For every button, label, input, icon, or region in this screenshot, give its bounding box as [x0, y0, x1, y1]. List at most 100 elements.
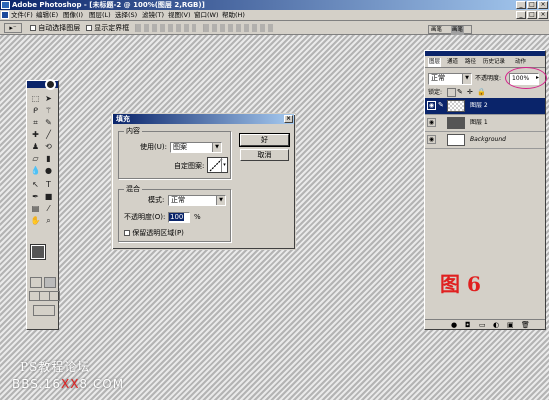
magic-wand-icon[interactable]: ⚚: [43, 105, 54, 116]
use-select[interactable]: 图案 ▼: [170, 142, 222, 153]
blur-tool-icon[interactable]: 💧: [30, 165, 41, 176]
brush-tool-icon[interactable]: ╱: [43, 129, 54, 140]
layer-thumbnail: [447, 134, 465, 146]
photoshop-app-icon: [1, 1, 10, 9]
custom-pattern-picker[interactable]: ▾: [207, 157, 228, 173]
screen-mode-full-icon[interactable]: [49, 291, 60, 301]
foreground-color-swatch[interactable]: [30, 244, 46, 260]
watermark-part-a: BBS.16: [12, 377, 61, 391]
standard-mode-icon[interactable]: [30, 277, 42, 288]
doc-minimize-button[interactable]: _: [516, 11, 526, 19]
hand-tool-icon[interactable]: ✋: [30, 215, 41, 226]
window-title: Adobe Photoshop - [未标题-2 @ 100%(图层 2,RGB…: [12, 1, 205, 9]
path-select-icon[interactable]: ↖: [30, 179, 41, 190]
lock-transparency-icon[interactable]: [447, 88, 456, 97]
brush-link-icon: ✎: [438, 101, 444, 109]
palette-well-tab-brush[interactable]: 画笔: [431, 26, 442, 35]
lock-image-icon[interactable]: ✎: [457, 88, 463, 97]
layer-name: 图层 1: [470, 119, 488, 126]
new-set-icon[interactable]: ▭: [479, 321, 486, 329]
quickmask-mode-icon[interactable]: [44, 277, 56, 288]
blend-group-label: 混合: [124, 185, 142, 193]
move-tool-icon[interactable]: ➤: [43, 93, 54, 104]
opacity-input-value: 100: [169, 213, 185, 221]
palette-well-tab-history[interactable]: 画笔: [451, 26, 465, 35]
doc-close-button[interactable]: ×: [538, 11, 548, 19]
opacity-input[interactable]: 100: [168, 212, 190, 223]
visibility-eye-icon[interactable]: ◉: [427, 118, 436, 127]
layer-row-layer2[interactable]: ◉ ✎ 图层 2: [425, 98, 545, 115]
menu-help[interactable]: 帮助(H): [222, 10, 245, 21]
close-button[interactable]: ×: [538, 1, 548, 9]
tab-layers[interactable]: 图层: [428, 58, 442, 67]
auto-select-checkbox[interactable]: [30, 25, 36, 31]
dialog-close-button[interactable]: ×: [284, 115, 293, 123]
shape-tool-icon[interactable]: ■: [43, 191, 54, 202]
tab-channels[interactable]: 通道: [447, 58, 458, 67]
visibility-eye-icon[interactable]: ◉: [427, 135, 436, 144]
auto-select-label: 自动选择图层: [38, 24, 81, 32]
layer-row-background[interactable]: ◉ Background: [425, 132, 545, 149]
marquee-tool-icon[interactable]: ⬚: [30, 93, 41, 104]
fill-dialog-title: 填充: [116, 115, 130, 123]
tab-paths[interactable]: 路径: [465, 58, 476, 67]
layer-row-layer1[interactable]: ◉ 图层 1: [425, 115, 545, 132]
lock-all-icon[interactable]: 🔒: [477, 88, 486, 97]
opacity-label: 不透明度(O):: [124, 213, 166, 221]
mode-select[interactable]: 正常 ▼: [168, 195, 226, 206]
watermark-part-b: XX: [60, 377, 80, 391]
menu-layer[interactable]: 图层(L): [89, 10, 111, 21]
eraser-tool-icon[interactable]: ▱: [30, 153, 41, 164]
adjustment-layer-icon[interactable]: ◐: [493, 321, 499, 329]
opacity-unit: %: [194, 213, 201, 221]
blend-mode-select[interactable]: 正常 ▼: [428, 73, 472, 85]
visibility-eye-icon[interactable]: ◉: [427, 101, 436, 110]
slice-tool-icon[interactable]: ✎: [43, 117, 54, 128]
menu-edit[interactable]: 编辑(E): [36, 10, 58, 21]
lasso-tool-icon[interactable]: ᑭ: [30, 105, 41, 116]
tab-history[interactable]: 历史记录: [483, 58, 505, 67]
clone-stamp-icon[interactable]: ♟: [30, 141, 41, 152]
layer-mask-icon[interactable]: ◘: [465, 321, 471, 329]
notes-tool-icon[interactable]: ▤: [30, 203, 41, 214]
lock-position-icon[interactable]: ✛: [467, 88, 473, 97]
doc-restore-button[interactable]: □: [527, 11, 537, 19]
minimize-button[interactable]: _: [516, 1, 526, 9]
preserve-transparency-label: 保留透明区域(P): [132, 229, 184, 237]
history-brush-icon[interactable]: ⟲: [43, 141, 54, 152]
show-bounds-checkbox[interactable]: [86, 25, 92, 31]
maximize-button[interactable]: □: [527, 1, 537, 9]
pen-tool-icon[interactable]: ✒: [30, 191, 41, 202]
mode-label: 模式:: [148, 196, 165, 204]
healing-brush-icon[interactable]: ✚: [30, 129, 41, 140]
layer-thumbnail: [447, 117, 465, 129]
dodge-tool-icon[interactable]: ●: [43, 165, 54, 176]
cancel-button[interactable]: 取消: [240, 149, 289, 161]
menu-window[interactable]: 窗口(W): [194, 10, 219, 21]
layer-style-icon[interactable]: ●: [451, 321, 457, 329]
menu-file[interactable]: 文件(F): [11, 10, 33, 21]
layer-name: Background: [470, 136, 506, 143]
tab-actions[interactable]: 动作: [515, 58, 526, 67]
menu-image[interactable]: 图像(I): [63, 10, 83, 21]
jump-to-imageready-icon[interactable]: [33, 305, 55, 316]
palette-titlebar: [425, 51, 545, 56]
menu-filter[interactable]: 滤镜(T): [142, 10, 164, 21]
zoom-tool-icon[interactable]: ⌕: [43, 215, 54, 226]
type-tool-icon[interactable]: T: [43, 179, 54, 190]
ok-button[interactable]: 好: [239, 133, 290, 147]
distribute-buttons-disabled: [203, 24, 274, 32]
eye-logo-icon: [45, 79, 56, 90]
menu-select[interactable]: 选择(S): [115, 10, 137, 21]
show-bounds-label: 显示定界框: [94, 24, 130, 32]
gradient-tool-icon[interactable]: ▮: [43, 153, 54, 164]
crop-tool-icon[interactable]: ⌗: [30, 117, 41, 128]
trash-icon[interactable]: 🗑: [521, 321, 530, 329]
eyedropper-icon[interactable]: ⁄: [43, 203, 54, 214]
menu-view[interactable]: 视图(V): [168, 10, 191, 21]
align-buttons-disabled: [135, 24, 196, 32]
new-layer-icon[interactable]: ▣: [507, 321, 514, 329]
move-tool-preset-icon[interactable]: ▸⁻: [4, 23, 22, 33]
preserve-transparency-checkbox[interactable]: [124, 230, 130, 236]
layer-thumbnail: [447, 100, 465, 112]
